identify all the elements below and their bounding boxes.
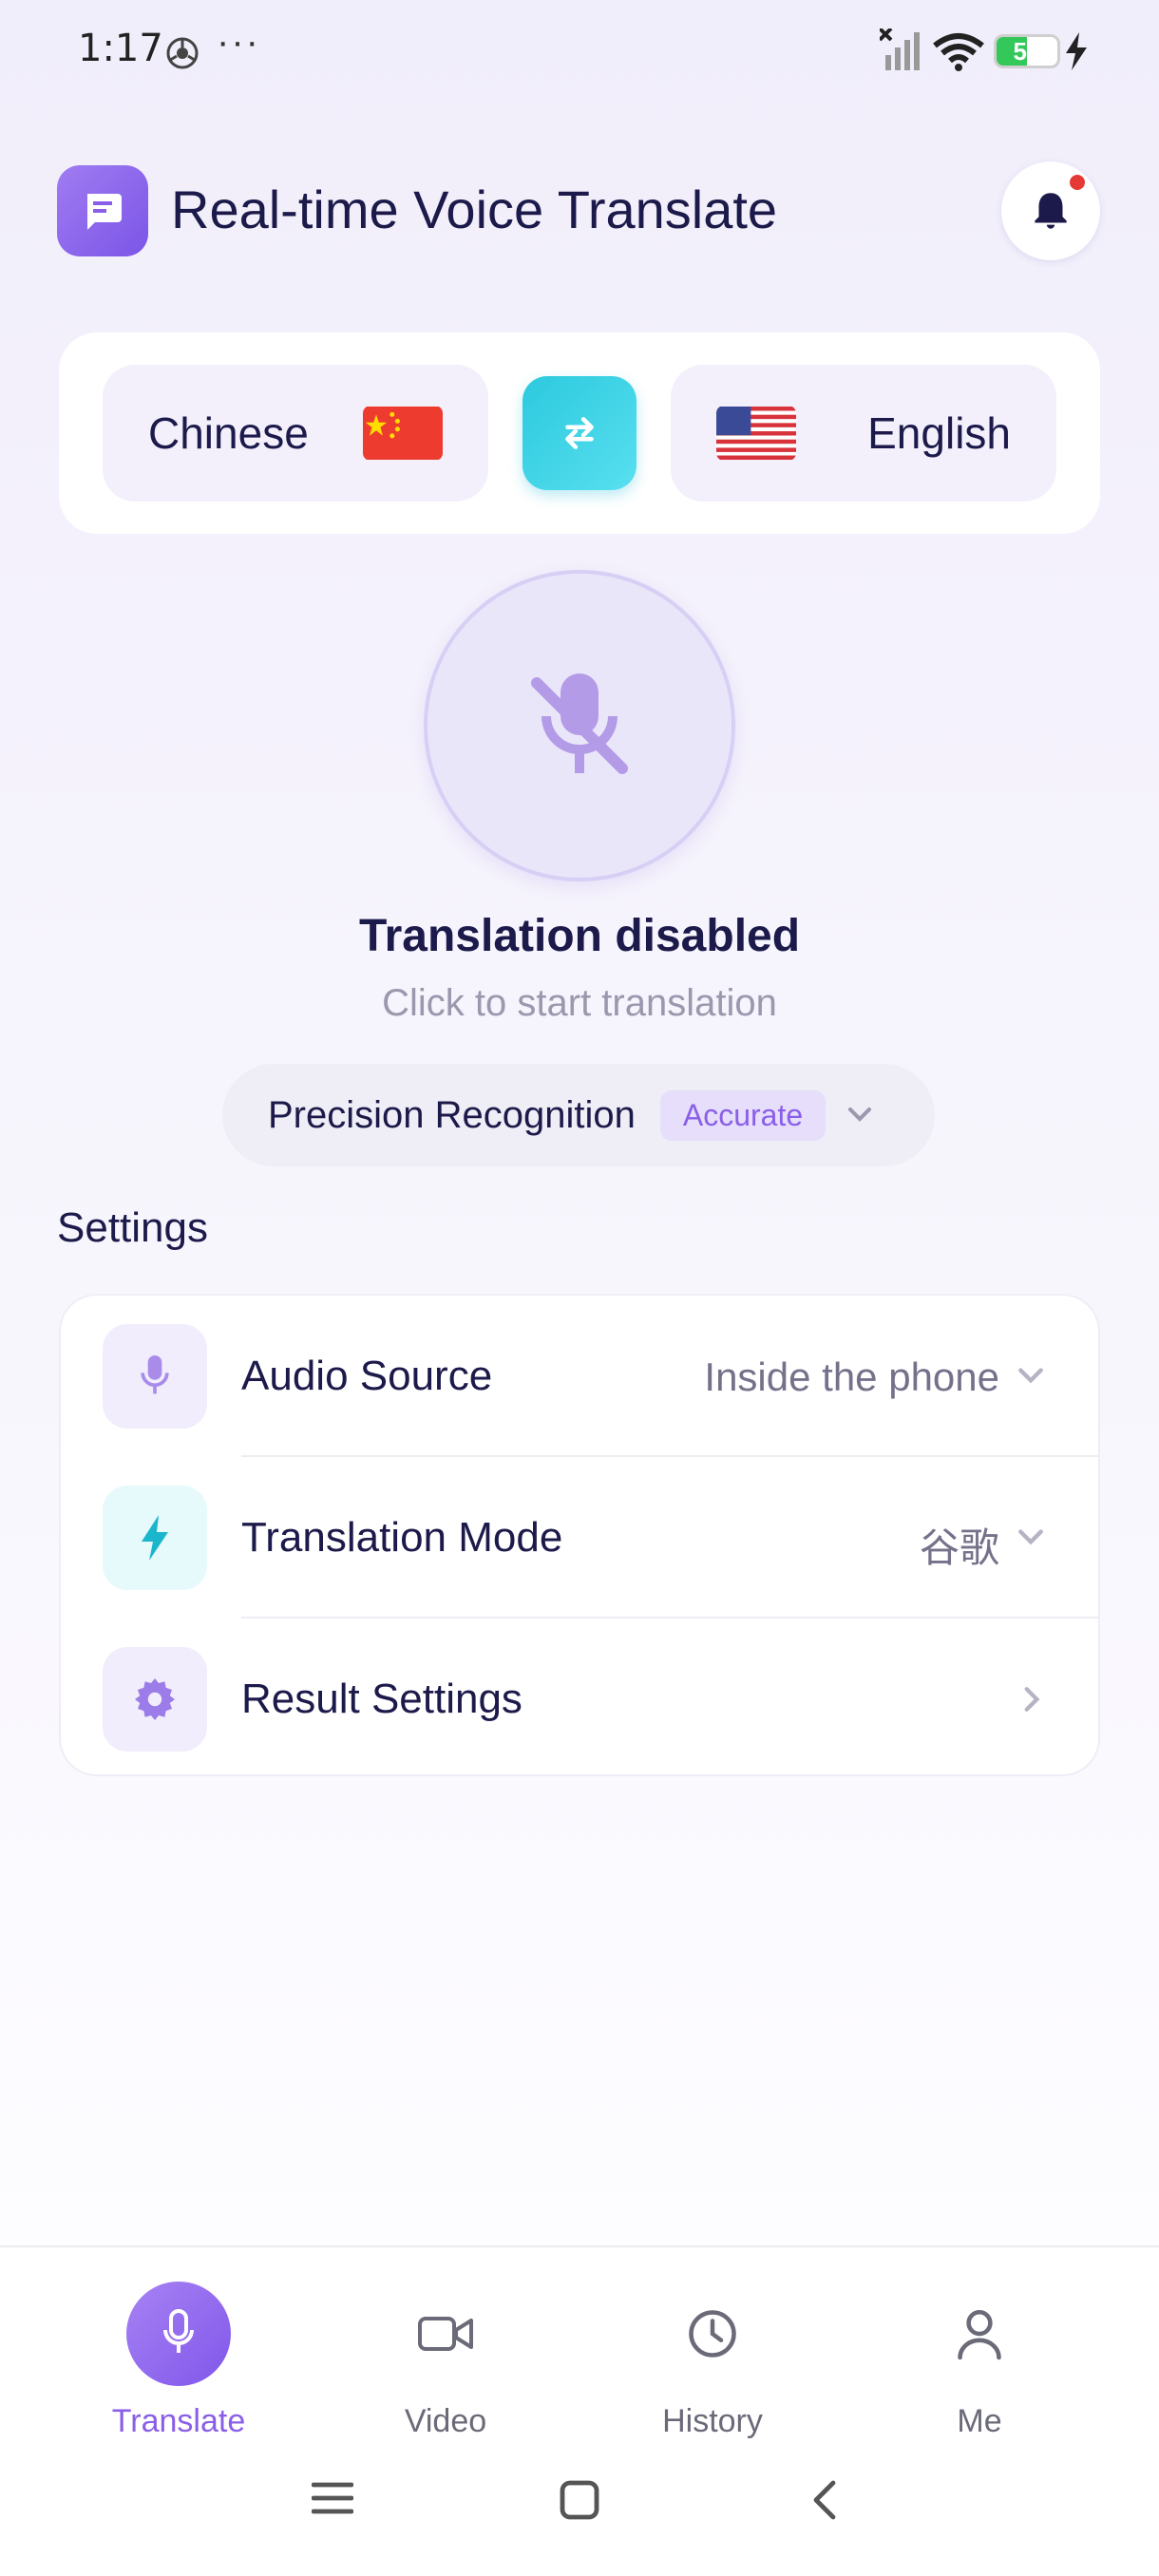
precision-mode-badge: Accurate: [659, 1089, 826, 1141]
status-more-dots: ···: [217, 21, 260, 63]
battery-level-text: 50: [1013, 36, 1041, 66]
usa-flag-icon: [716, 407, 796, 460]
nav-label-translate: Translate: [111, 2403, 246, 2439]
china-flag-icon: [363, 407, 443, 460]
source-language-button[interactable]: Chinese: [103, 365, 488, 502]
audio-source-row[interactable]: Audio Source Inside the phone: [61, 1296, 1098, 1457]
video-camera-icon: [418, 2317, 473, 2351]
bottom-navigation: Translate Video History Me: [0, 2247, 1159, 2576]
person-icon: [958, 2310, 1001, 2360]
nav-label-me: Me: [957, 2403, 1002, 2439]
charging-bolt-icon: [1066, 32, 1087, 70]
nav-video-icon-wrap: [393, 2282, 498, 2386]
precision-label: Precision Recognition: [268, 1093, 636, 1136]
nav-item-translate[interactable]: Translate: [84, 2282, 274, 2440]
translation-mode-row[interactable]: Translation Mode 谷歌: [61, 1457, 1098, 1619]
microphone-off-icon: [531, 673, 628, 774]
nav-label-history: History: [662, 2403, 763, 2439]
gear-icon: [135, 1678, 175, 1720]
page-title: Real-time Voice Translate: [171, 180, 778, 239]
translation-status-subtitle: Click to start translation: [382, 982, 777, 1024]
nav-translate-icon-wrap: [126, 2282, 231, 2386]
nav-item-me[interactable]: Me: [884, 2282, 1074, 2440]
result-settings-row[interactable]: Result Settings: [61, 1619, 1098, 1780]
notifications-button[interactable]: [1001, 161, 1100, 260]
notification-dot: [1070, 175, 1085, 190]
result-settings-icon-box: [103, 1647, 207, 1752]
settings-status-icon: [166, 37, 199, 69]
chevron-down-icon: [848, 1108, 872, 1122]
status-time: 1:17: [78, 27, 163, 70]
swap-arrows-icon: [565, 417, 594, 449]
bell-icon: [1035, 193, 1067, 229]
chevron-down-icon: [1018, 1368, 1043, 1384]
audio-source-label: Audio Source: [241, 1353, 493, 1399]
target-language-label: English: [867, 408, 1011, 458]
audio-source-value: Inside the phone: [704, 1354, 999, 1399]
start-translation-mic-button[interactable]: [424, 570, 735, 881]
home-square-icon[interactable]: [559, 2479, 600, 2521]
microphone-icon: [141, 1355, 169, 1394]
back-chevron-icon[interactable]: [809, 2479, 838, 2521]
clock-icon: [689, 2310, 736, 2358]
nav-item-history[interactable]: History: [618, 2282, 808, 2440]
app-logo: [57, 165, 148, 256]
settings-heading: Settings: [57, 1204, 208, 1251]
wifi-icon: [933, 33, 984, 71]
nav-item-video[interactable]: Video: [351, 2282, 541, 2440]
settings-card: Audio Source Inside the phone Translatio…: [59, 1294, 1100, 1776]
translation-status-title: Translation disabled: [358, 911, 801, 961]
result-settings-label: Result Settings: [241, 1676, 522, 1722]
precision-recognition-selector[interactable]: Precision Recognition Accurate: [222, 1064, 935, 1166]
microphone-icon: [163, 2309, 194, 2353]
translation-mode-label: Translation Mode: [241, 1514, 563, 1561]
cell-signal-icon: [880, 28, 920, 70]
menu-icon[interactable]: [312, 2479, 353, 2517]
target-language-button[interactable]: English: [671, 365, 1056, 502]
swap-languages-button[interactable]: [522, 376, 636, 490]
nav-history-icon-wrap: [660, 2282, 765, 2386]
translation-mode-value: 谷歌: [919, 1525, 999, 1570]
audio-source-icon-box: [103, 1324, 207, 1429]
lightning-icon: [142, 1515, 168, 1561]
chat-bubble-icon: [87, 194, 122, 230]
translation-mode-icon-box: [103, 1486, 207, 1590]
chevron-right-icon: [1024, 1687, 1040, 1712]
battery-indicator: 50: [994, 34, 1060, 68]
nav-me-icon-wrap: [927, 2282, 1032, 2386]
language-selector-card: Chinese English: [59, 332, 1100, 534]
chevron-down-icon: [1018, 1529, 1043, 1545]
source-language-label: Chinese: [148, 408, 309, 458]
nav-label-video: Video: [404, 2403, 487, 2439]
